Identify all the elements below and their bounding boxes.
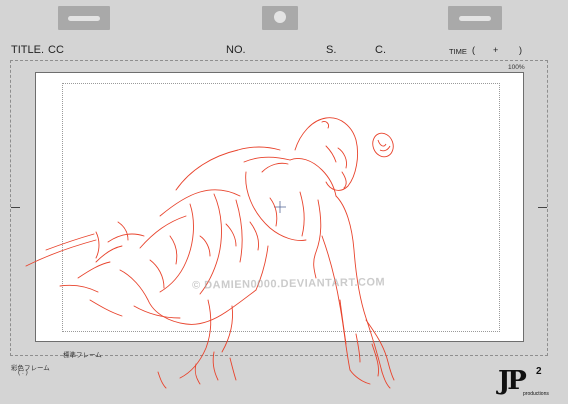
sketch-artwork xyxy=(25,117,395,389)
standard-frame-label: 標準フレーム xyxy=(63,352,102,359)
studio-logo: JP 2 productions xyxy=(498,366,552,400)
logo-mark: JP xyxy=(498,366,527,396)
logo-subtext: productions xyxy=(523,391,549,397)
logo-superscript: 2 xyxy=(536,366,542,377)
figure-lines xyxy=(25,117,395,389)
color-frame-label: 彩色フレーム xyxy=(11,365,50,372)
circled-annotation-icon xyxy=(372,132,394,158)
color-frame-value: ( : ) xyxy=(18,369,28,376)
